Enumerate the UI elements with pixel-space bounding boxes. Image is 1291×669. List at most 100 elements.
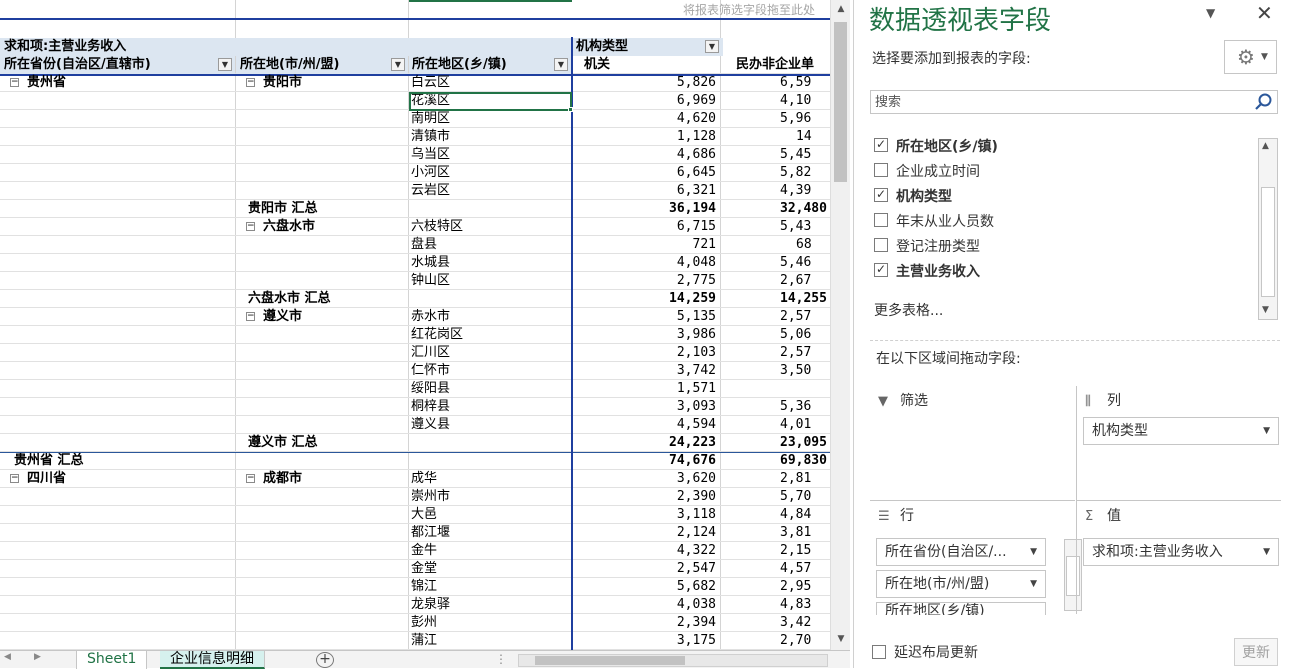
province-cell[interactable]: − 四川省 (4, 470, 234, 488)
city-cell[interactable] (240, 506, 406, 524)
district-cell[interactable]: 蒲江 (411, 632, 568, 650)
value-cell-minban[interactable]: 2,81 (722, 470, 830, 488)
checkbox-icon[interactable] (874, 238, 888, 252)
value-cell-minban[interactable]: 5,82 (722, 164, 830, 182)
value-cell-minban[interactable]: 4,57 (722, 560, 830, 578)
province-cell[interactable] (4, 614, 234, 632)
value-field-header[interactable]: 求和项:主营业务收入 (0, 38, 571, 56)
search-icon[interactable] (1253, 92, 1273, 112)
city-cell[interactable] (240, 254, 406, 272)
horizontal-scrollbar[interactable] (518, 654, 828, 667)
province-cell[interactable] (4, 362, 234, 380)
province-cell[interactable] (4, 326, 234, 344)
province-cell[interactable] (4, 506, 234, 524)
values-field-pill[interactable]: 求和项:主营业务收入 ▼ (1083, 538, 1279, 566)
collapse-icon[interactable]: − (10, 78, 19, 87)
city-cell[interactable] (240, 164, 406, 182)
tab-prev-icon[interactable]: ◀ (4, 652, 11, 662)
value-cell-jiguan[interactable]: 721 (572, 236, 716, 254)
value-cell-minban[interactable]: 5,46 (722, 254, 830, 272)
filter-area[interactable]: ▼ 筛选 (870, 386, 1075, 500)
value-cell-minban[interactable]: 5,45 (722, 146, 830, 164)
province-cell[interactable] (4, 632, 234, 650)
district-cell[interactable]: 桐梓县 (411, 398, 568, 416)
city-cell[interactable] (240, 110, 406, 128)
city-cell[interactable] (240, 362, 406, 380)
province-cell[interactable] (4, 164, 234, 182)
value-cell-minban[interactable]: 2,70 (722, 632, 830, 650)
value-cell-jiguan[interactable]: 6,969 (572, 92, 716, 110)
rows-area[interactable]: ☰ 行 所在省份(自治区/... ▼ 所在地(市/州/盟) ▼ 所在地区(乡/镇) (870, 500, 1082, 615)
district-cell[interactable]: 白云区 (411, 74, 568, 92)
city-cell[interactable]: − 贵阳市 (240, 74, 406, 92)
value-cell-jiguan[interactable]: 3,118 (572, 506, 716, 524)
value-cell-jiguan[interactable]: 2,103 (572, 344, 716, 362)
city-cell[interactable] (240, 560, 406, 578)
province-filter-dropdown-icon[interactable]: ▼ (218, 58, 232, 71)
province-cell[interactable] (4, 308, 234, 326)
city-cell[interactable] (240, 524, 406, 542)
district-cell[interactable]: 红花岗区 (411, 326, 568, 344)
chevron-down-icon[interactable]: ▼ (1030, 539, 1037, 565)
row-header-district[interactable]: 所在地区(乡/镇) (409, 56, 571, 74)
district-cell[interactable]: 遵义县 (411, 416, 568, 434)
district-cell[interactable]: 赤水市 (411, 308, 568, 326)
city-cell[interactable]: − 成都市 (240, 470, 406, 488)
city-cell[interactable] (240, 416, 406, 434)
district-cell[interactable]: 金堂 (411, 560, 568, 578)
field-item[interactable]: 企业成立时间 (870, 159, 1250, 181)
province-cell[interactable] (4, 236, 234, 254)
value-cell-minban[interactable]: 2,57 (722, 308, 830, 326)
province-cell[interactable] (4, 254, 234, 272)
district-cell[interactable]: 大邑 (411, 506, 568, 524)
value-cell-jiguan[interactable]: 6,715 (572, 218, 716, 236)
value-cell-jiguan[interactable]: 4,594 (572, 416, 716, 434)
value-cell-jiguan[interactable]: 4,048 (572, 254, 716, 272)
city-cell[interactable]: − 遵义市 (240, 308, 406, 326)
district-cell[interactable]: 绥阳县 (411, 380, 568, 398)
province-cell[interactable] (4, 182, 234, 200)
value-cell-jiguan[interactable]: 4,686 (572, 146, 716, 164)
province-cell[interactable] (4, 524, 234, 542)
province-cell[interactable]: − 贵州省 (4, 74, 234, 92)
province-cell[interactable] (4, 110, 234, 128)
active-cell-selection[interactable] (409, 92, 572, 111)
value-cell-minban[interactable]: 5,70 (722, 488, 830, 506)
value-cell-jiguan[interactable]: 5,682 (572, 578, 716, 596)
city-cell[interactable] (240, 452, 406, 470)
value-cell-jiguan[interactable]: 4,620 (572, 110, 716, 128)
field-item[interactable]: 年末从业人员数 (870, 209, 1250, 231)
spreadsheet-grid[interactable]: 将报表筛选字段拖至此处 求和项:主营业务收入 机构类型 ▼ 所在省份(自治区/直… (0, 0, 830, 650)
value-cell-jiguan[interactable]: 1,128 (572, 128, 716, 146)
province-cell[interactable] (4, 416, 234, 434)
scroll-up-icon[interactable]: ▲ (1262, 141, 1269, 151)
checkbox-checked-icon[interactable]: ✓ (874, 188, 888, 202)
value-cell-jiguan[interactable]: 74,676 (572, 452, 716, 470)
value-cell-minban[interactable]: 5,06 (722, 326, 830, 344)
district-cell[interactable] (411, 452, 568, 470)
collapse-icon[interactable]: − (246, 78, 255, 87)
district-cell[interactable]: 水城县 (411, 254, 568, 272)
value-cell-minban[interactable]: 68 (722, 236, 830, 254)
value-cell-minban[interactable]: 4,83 (722, 596, 830, 614)
district-cell[interactable]: 仁怀市 (411, 362, 568, 380)
value-cell-jiguan[interactable]: 5,135 (572, 308, 716, 326)
tab-next-icon[interactable]: ▶ (34, 652, 41, 662)
value-cell-minban[interactable]: 5,43 (722, 218, 830, 236)
district-cell[interactable]: 小河区 (411, 164, 568, 182)
rows-field-pill-1[interactable]: 所在省份(自治区/... ▼ (876, 538, 1046, 566)
city-cell[interactable]: − 六盘水市 (240, 218, 406, 236)
province-cell[interactable] (4, 398, 234, 416)
value-cell-jiguan[interactable]: 2,394 (572, 614, 716, 632)
field-list-scrollbar[interactable]: ▲ ▼ (1258, 138, 1278, 320)
collapse-icon[interactable]: − (10, 474, 19, 483)
value-cell-minban[interactable]: 4,84 (722, 506, 830, 524)
value-cell-jiguan[interactable]: 2,124 (572, 524, 716, 542)
close-icon[interactable]: ✕ (1256, 1, 1273, 25)
province-cell[interactable] (4, 146, 234, 164)
value-cell-jiguan[interactable]: 3,986 (572, 326, 716, 344)
province-cell[interactable] (4, 344, 234, 362)
collapse-icon[interactable]: − (246, 222, 255, 231)
province-cell[interactable] (4, 596, 234, 614)
district-cell[interactable]: 龙泉驿 (411, 596, 568, 614)
